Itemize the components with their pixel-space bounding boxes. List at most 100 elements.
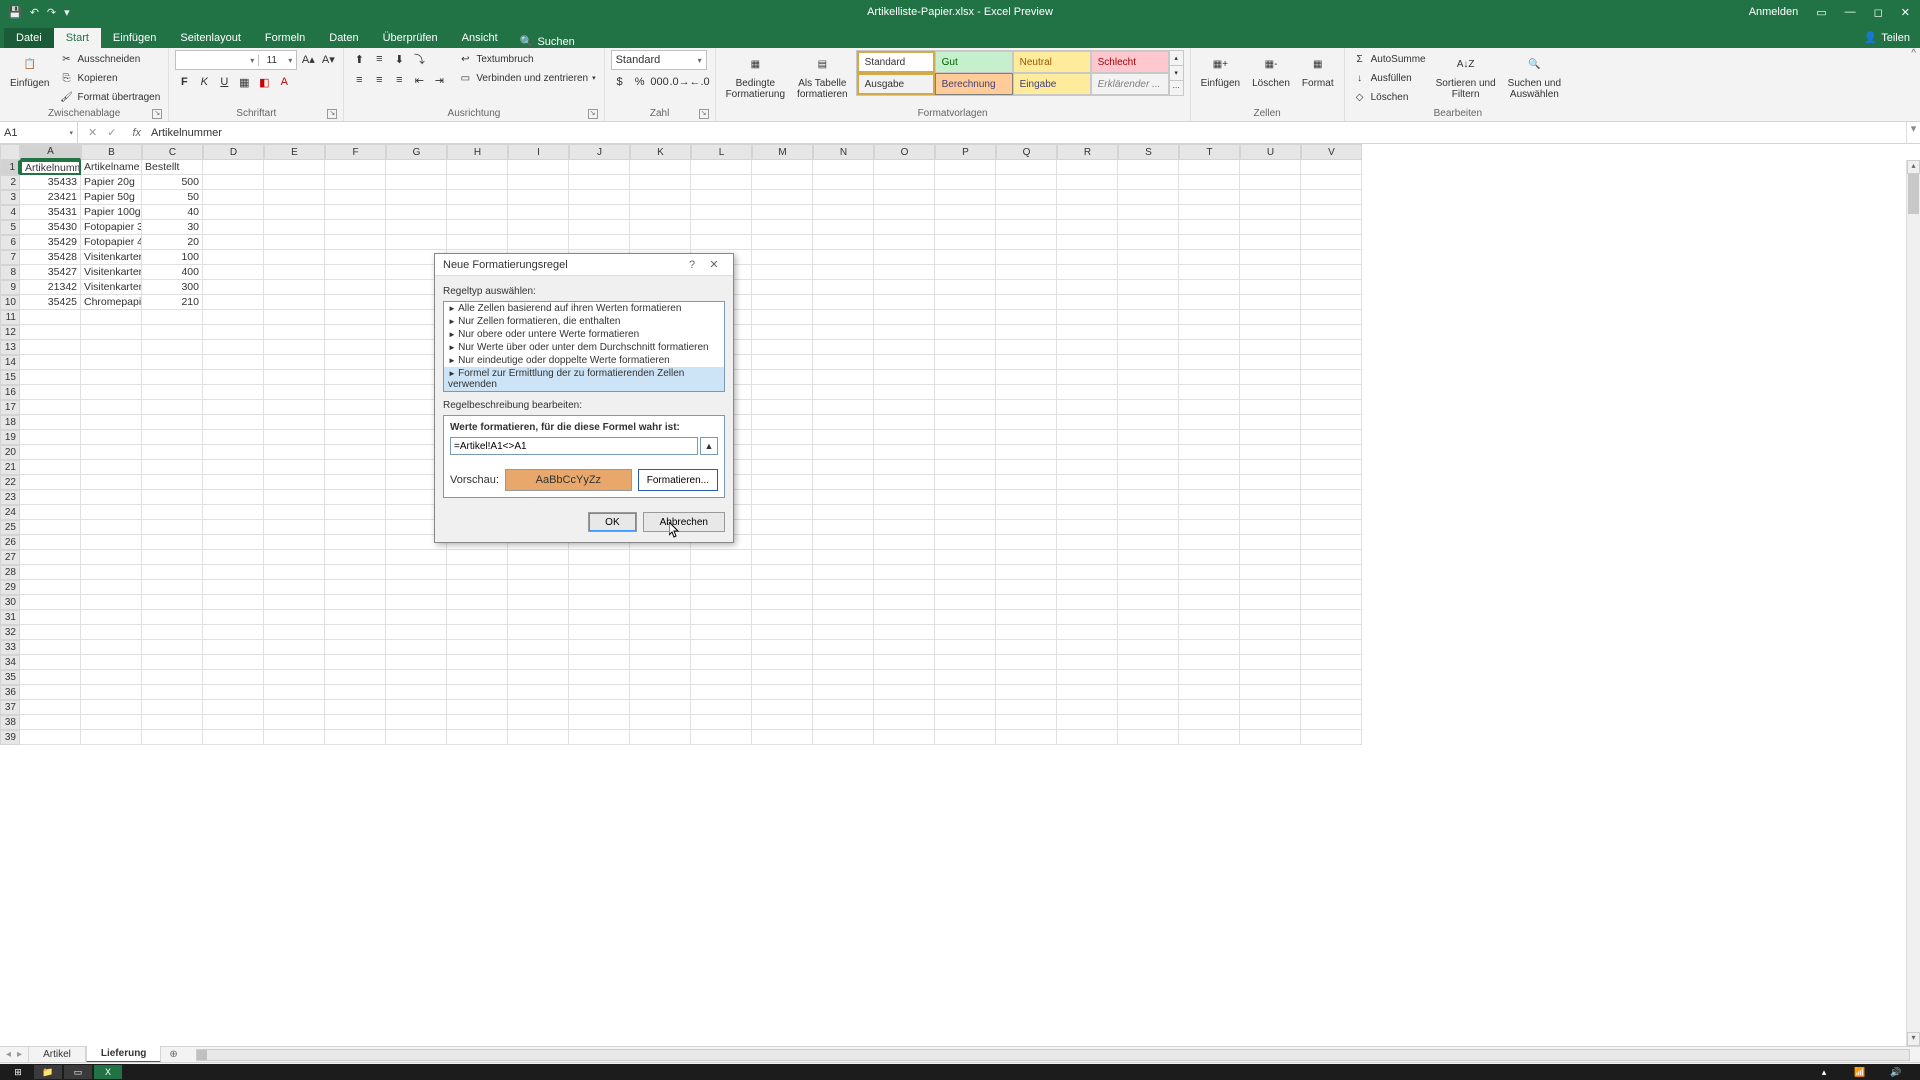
cell[interactable] [752,550,813,565]
cell[interactable] [325,280,386,295]
row-header[interactable]: 33 [0,640,20,655]
cell[interactable] [203,325,264,340]
cell[interactable] [1301,730,1362,745]
cell[interactable] [996,610,1057,625]
format-cells-button[interactable]: ▦Format [1298,50,1338,91]
cell[interactable] [264,160,325,175]
cell[interactable] [1057,730,1118,745]
align-bottom-icon[interactable]: ⬇ [390,50,408,68]
cell[interactable] [1118,370,1179,385]
cell[interactable] [1057,655,1118,670]
cell[interactable] [630,595,691,610]
cell[interactable] [142,355,203,370]
cell[interactable] [20,400,81,415]
cell[interactable] [1179,265,1240,280]
cell[interactable] [752,400,813,415]
cell[interactable]: 400 [142,265,203,280]
cell[interactable] [81,430,142,445]
cell[interactable] [874,310,935,325]
cell[interactable] [325,250,386,265]
cell[interactable] [996,190,1057,205]
cell[interactable] [691,550,752,565]
cell[interactable] [1179,640,1240,655]
cell[interactable] [813,505,874,520]
cell[interactable] [1240,475,1301,490]
cell[interactable] [1057,670,1118,685]
cell[interactable] [203,595,264,610]
cell[interactable] [1179,460,1240,475]
cell[interactable] [325,205,386,220]
cell[interactable] [935,430,996,445]
cell[interactable] [630,685,691,700]
cell[interactable] [1240,265,1301,280]
cell[interactable] [508,640,569,655]
cell[interactable] [996,400,1057,415]
cell[interactable] [813,310,874,325]
style-berechnung[interactable]: Berechnung [935,73,1013,95]
cell[interactable] [1118,235,1179,250]
cell[interactable] [996,310,1057,325]
cell[interactable] [447,700,508,715]
row-header[interactable]: 13 [0,340,20,355]
cell[interactable] [874,610,935,625]
cell[interactable] [813,205,874,220]
cell[interactable] [508,190,569,205]
cell[interactable] [813,430,874,445]
cell[interactable] [691,220,752,235]
column-header[interactable]: C [142,144,203,160]
cell[interactable] [1118,175,1179,190]
row-header[interactable]: 8 [0,265,20,280]
cell[interactable] [1118,340,1179,355]
cell[interactable] [1240,160,1301,175]
cell[interactable] [508,700,569,715]
cell[interactable] [142,490,203,505]
cell[interactable] [20,415,81,430]
cell[interactable] [1118,310,1179,325]
cell[interactable]: Papier 100g [81,205,142,220]
cell[interactable] [508,670,569,685]
cell[interactable] [813,520,874,535]
cell[interactable] [81,700,142,715]
cell[interactable] [81,580,142,595]
cell[interactable] [325,655,386,670]
cell[interactable] [1118,280,1179,295]
cell[interactable] [1179,235,1240,250]
cell[interactable] [1240,625,1301,640]
cell[interactable] [630,175,691,190]
align-middle-icon[interactable]: ≡ [370,50,388,68]
cell[interactable] [1240,610,1301,625]
cell[interactable] [203,640,264,655]
cell[interactable] [81,670,142,685]
cell[interactable] [813,265,874,280]
cell[interactable] [386,580,447,595]
cell[interactable] [325,220,386,235]
close-icon[interactable]: ✕ [1897,6,1914,19]
cell[interactable] [386,235,447,250]
cell[interactable] [142,685,203,700]
vertical-scrollbar[interactable]: ▴▾ [1906,160,1920,1046]
cell[interactable] [142,550,203,565]
cell[interactable] [935,415,996,430]
cell[interactable] [264,595,325,610]
cell[interactable] [569,580,630,595]
cell[interactable] [1240,175,1301,190]
cell[interactable] [569,640,630,655]
cell[interactable] [1118,385,1179,400]
cell[interactable] [1179,310,1240,325]
insert-cells-button[interactable]: ▦+Einfügen [1197,50,1244,91]
cell[interactable] [203,445,264,460]
cell[interactable] [691,160,752,175]
alignment-launcher-icon[interactable]: ↘ [588,109,598,119]
cell[interactable] [142,535,203,550]
cell[interactable]: 21342 [20,280,81,295]
cell[interactable] [325,535,386,550]
number-launcher-icon[interactable]: ↘ [699,109,709,119]
cell[interactable] [1240,700,1301,715]
cell[interactable] [264,310,325,325]
fill-color-button[interactable]: ◧ [255,73,273,91]
cell[interactable] [264,685,325,700]
row-header[interactable]: 31 [0,610,20,625]
cell[interactable] [386,595,447,610]
cell[interactable] [1301,295,1362,310]
cell[interactable] [996,640,1057,655]
